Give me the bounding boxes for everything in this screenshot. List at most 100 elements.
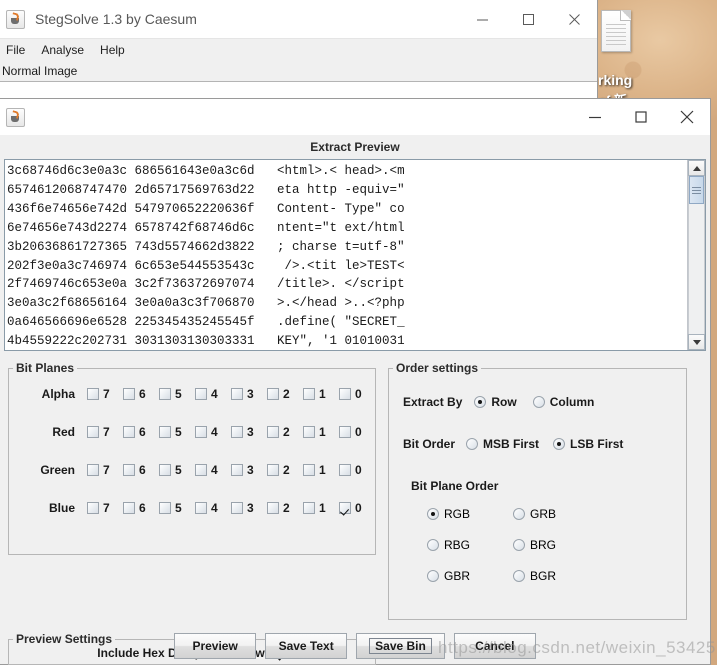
checkbox-blue-0[interactable]: 0 — [339, 501, 375, 515]
checkbox-blue-4[interactable]: 4 — [195, 501, 231, 515]
checkbox-box[interactable] — [303, 502, 315, 514]
menu-file[interactable]: File — [6, 43, 25, 57]
checkbox-box[interactable] — [195, 464, 207, 476]
checkbox-red-7[interactable]: 7 — [87, 425, 123, 439]
save-text-button[interactable]: Save Text — [265, 633, 348, 659]
checkbox-alpha-0[interactable]: 0 — [339, 387, 375, 401]
hex-dump-text[interactable]: 3c68746d6c3e0a3c 686561643e0a3c6d <html>… — [5, 160, 687, 350]
close-icon[interactable] — [551, 0, 597, 38]
checkbox-box[interactable] — [267, 426, 279, 438]
checkbox-alpha-2[interactable]: 2 — [267, 387, 303, 401]
radio-circle[interactable] — [513, 539, 525, 551]
main-window-titlebar[interactable]: StegSolve 1.3 by Caesum — [0, 0, 597, 39]
scroll-track[interactable] — [688, 176, 705, 334]
checkbox-box[interactable] — [123, 426, 135, 438]
radio-circle[interactable] — [474, 396, 487, 408]
radio-circle[interactable] — [513, 570, 525, 582]
checkbox-green-5[interactable]: 5 — [159, 463, 195, 477]
radio-brg[interactable]: BRG — [513, 538, 599, 552]
checkbox-box[interactable] — [195, 388, 207, 400]
checkbox-box[interactable] — [267, 464, 279, 476]
radio-extract-row[interactable]: Row — [474, 395, 517, 409]
scroll-up-arrow[interactable] — [688, 160, 705, 176]
close-icon[interactable] — [664, 99, 710, 135]
radio-lsb-first[interactable]: LSB First — [553, 437, 623, 451]
checkbox-blue-7[interactable]: 7 — [87, 501, 123, 515]
checkbox-alpha-7[interactable]: 7 — [87, 387, 123, 401]
checkbox-green-1[interactable]: 1 — [303, 463, 339, 477]
checkbox-box[interactable] — [87, 388, 99, 400]
checkbox-box[interactable] — [195, 426, 207, 438]
checkbox-red-2[interactable]: 2 — [267, 425, 303, 439]
document-icon[interactable] — [601, 10, 631, 52]
radio-circle[interactable] — [427, 508, 439, 520]
minimize-icon[interactable] — [459, 0, 505, 38]
radio-rgb[interactable]: RGB — [427, 507, 513, 521]
checkbox-blue-5[interactable]: 5 — [159, 501, 195, 515]
checkbox-red-0[interactable]: 0 — [339, 425, 375, 439]
checkbox-box[interactable] — [123, 388, 135, 400]
checkbox-alpha-4[interactable]: 4 — [195, 387, 231, 401]
checkbox-red-6[interactable]: 6 — [123, 425, 159, 439]
checkbox-box[interactable] — [339, 464, 351, 476]
checkbox-box[interactable] — [87, 426, 99, 438]
menu-analyse[interactable]: Analyse — [41, 43, 84, 57]
radio-circle[interactable] — [513, 508, 525, 520]
checkbox-box[interactable] — [123, 464, 135, 476]
scroll-down-arrow[interactable] — [688, 334, 705, 350]
radio-circle[interactable] — [427, 539, 439, 551]
checkbox-red-4[interactable]: 4 — [195, 425, 231, 439]
checkbox-green-4[interactable]: 4 — [195, 463, 231, 477]
checkbox-box[interactable] — [303, 426, 315, 438]
checkbox-box[interactable] — [159, 464, 171, 476]
radio-extract-column[interactable]: Column — [532, 395, 594, 409]
dialog-titlebar[interactable] — [0, 99, 710, 135]
checkbox-box[interactable] — [159, 502, 171, 514]
checkbox-blue-3[interactable]: 3 — [231, 501, 267, 515]
checkbox-alpha-1[interactable]: 1 — [303, 387, 339, 401]
radio-circle[interactable] — [553, 438, 566, 450]
checkbox-box[interactable] — [231, 426, 243, 438]
checkbox-green-7[interactable]: 7 — [87, 463, 123, 477]
checkbox-alpha-6[interactable]: 6 — [123, 387, 159, 401]
checkbox-box[interactable] — [303, 388, 315, 400]
checkbox-green-2[interactable]: 2 — [267, 463, 303, 477]
radio-circle[interactable] — [427, 570, 439, 582]
checkbox-box[interactable] — [87, 502, 99, 514]
checkbox-box[interactable] — [195, 502, 207, 514]
checkbox-box[interactable] — [87, 464, 99, 476]
radio-circle[interactable] — [466, 438, 479, 450]
checkbox-box[interactable] — [159, 388, 171, 400]
radio-rbg[interactable]: RBG — [427, 538, 513, 552]
radio-circle[interactable] — [532, 396, 545, 408]
radio-bgr[interactable]: BGR — [513, 569, 599, 583]
checkbox-red-5[interactable]: 5 — [159, 425, 195, 439]
cancel-button[interactable]: Cancel — [453, 633, 536, 659]
checkbox-green-6[interactable]: 6 — [123, 463, 159, 477]
checkbox-box[interactable] — [339, 426, 351, 438]
checkbox-red-1[interactable]: 1 — [303, 425, 339, 439]
radio-gbr[interactable]: GBR — [427, 569, 513, 583]
menu-help[interactable]: Help — [100, 43, 125, 57]
checkbox-box[interactable] — [231, 388, 243, 400]
checkbox-box[interactable] — [267, 502, 279, 514]
minimize-icon[interactable] — [572, 99, 618, 135]
checkbox-box[interactable] — [231, 464, 243, 476]
preview-button[interactable]: Preview — [174, 633, 257, 659]
maximize-icon[interactable] — [505, 0, 551, 38]
save-bin-button[interactable]: Save Bin — [356, 633, 445, 659]
checkbox-alpha-5[interactable]: 5 — [159, 387, 195, 401]
checkbox-blue-2[interactable]: 2 — [267, 501, 303, 515]
checkbox-box[interactable] — [339, 388, 351, 400]
hex-dump-scrollbar[interactable] — [687, 160, 705, 350]
checkbox-blue-1[interactable]: 1 — [303, 501, 339, 515]
checkbox-green-0[interactable]: 0 — [339, 463, 375, 477]
checkbox-box[interactable] — [267, 388, 279, 400]
checkbox-box[interactable] — [159, 426, 171, 438]
checkbox-red-3[interactable]: 3 — [231, 425, 267, 439]
checkbox-box[interactable] — [123, 502, 135, 514]
checkbox-box[interactable] — [303, 464, 315, 476]
scroll-thumb[interactable] — [689, 176, 704, 204]
radio-msb-first[interactable]: MSB First — [466, 437, 539, 451]
checkbox-blue-6[interactable]: 6 — [123, 501, 159, 515]
